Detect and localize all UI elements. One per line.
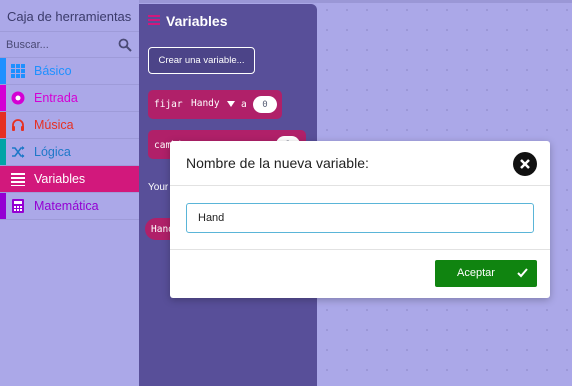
shuffle-icon bbox=[12, 146, 25, 158]
category-color-bar bbox=[0, 193, 6, 219]
list-icon bbox=[11, 173, 25, 186]
category-label: Variables bbox=[34, 172, 86, 186]
grid-icon bbox=[11, 64, 25, 78]
checkmark-icon bbox=[517, 268, 528, 278]
search-input[interactable] bbox=[6, 37, 110, 53]
category-label: Entrada bbox=[34, 91, 78, 105]
dialog-title: Nombre de la nueva variable: bbox=[186, 155, 369, 171]
close-icon[interactable] bbox=[519, 158, 531, 170]
category-color-bar bbox=[0, 58, 6, 84]
accept-button[interactable]: Aceptar bbox=[435, 260, 537, 287]
set-variable-block[interactable]: fijar Handy a 0 bbox=[148, 90, 282, 119]
category-color-bar bbox=[0, 139, 6, 165]
category-color-bar bbox=[0, 85, 6, 111]
variable-name-input[interactable] bbox=[186, 203, 534, 233]
value-input[interactable]: 0 bbox=[253, 96, 277, 113]
calculator-icon bbox=[12, 199, 24, 213]
toolbox-title: Caja de herramientas bbox=[7, 9, 132, 24]
variable-dropdown[interactable]: Handy bbox=[191, 98, 220, 109]
create-variable-button[interactable]: Crear una variable... bbox=[148, 47, 255, 74]
list-icon bbox=[148, 15, 160, 25]
category-entrada[interactable]: Entrada bbox=[0, 85, 139, 112]
category-matematica[interactable]: Matemática bbox=[0, 193, 139, 220]
category-label: Matemática bbox=[34, 199, 99, 213]
block-connector: a bbox=[241, 99, 247, 110]
category-color-bar bbox=[0, 166, 6, 192]
category-color-bar bbox=[0, 112, 6, 138]
search-icon[interactable] bbox=[118, 38, 132, 52]
divider bbox=[170, 249, 550, 250]
section-label: Your bbox=[148, 182, 169, 193]
close-button[interactable] bbox=[513, 152, 537, 176]
category-label: Música bbox=[34, 118, 74, 132]
block-keyword: fijar bbox=[154, 99, 183, 110]
dropdown-arrow-icon[interactable] bbox=[227, 101, 235, 107]
toolbox-search[interactable] bbox=[0, 31, 139, 58]
category-label: Básico bbox=[34, 64, 72, 78]
toolbox: Caja de herramientas Básico Entrada bbox=[0, 0, 139, 386]
circle-dot-icon bbox=[11, 91, 25, 105]
category-logica[interactable]: Lógica bbox=[0, 139, 139, 166]
new-variable-dialog: Nombre de la nueva variable: Aceptar bbox=[170, 141, 550, 298]
category-label: Lógica bbox=[34, 145, 71, 159]
headphones-icon bbox=[12, 119, 24, 131]
flyout-title: Variables bbox=[166, 13, 228, 29]
category-variables[interactable]: Variables bbox=[0, 166, 139, 193]
divider bbox=[170, 185, 550, 186]
accept-label: Aceptar bbox=[457, 267, 495, 279]
category-musica[interactable]: Música bbox=[0, 112, 139, 139]
category-basico[interactable]: Básico bbox=[0, 58, 139, 85]
